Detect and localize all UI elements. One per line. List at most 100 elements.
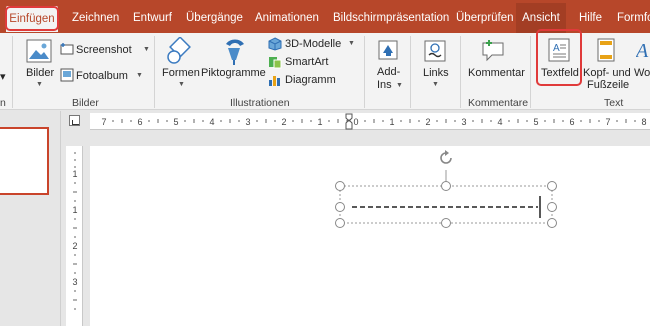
ruler-number: 2 <box>281 117 286 127</box>
ruler-number: 5 <box>173 117 178 127</box>
separator <box>460 36 461 108</box>
chevron-down-icon: ▼ <box>36 81 43 88</box>
ruler-number: 6 <box>137 117 142 127</box>
formen-label: Formen <box>162 67 200 79</box>
screenshot-icon <box>60 43 74 55</box>
ribbon-tab-bar: Einfügen Zeichnen Entwurf Übergänge Anim… <box>0 0 650 33</box>
resize-handle[interactable] <box>441 181 451 191</box>
tab-label: Ansicht <box>522 12 560 24</box>
ruler-ticks: 7 6 5 4 3 2 1 0 1 2 3 4 5 6 7 8 <box>101 113 647 130</box>
resize-handle[interactable] <box>335 181 345 191</box>
tab-label: Entwurf <box>133 12 172 24</box>
group-label-bilder: Bilder <box>72 97 99 109</box>
ruler-ticks: 1 1 2 3 <box>72 152 78 310</box>
fotoalbum-label: Fotoalbum <box>76 70 128 82</box>
chevron-down-icon: ▼ <box>348 40 355 47</box>
separator <box>410 36 411 108</box>
ruler-number: 7 <box>605 117 610 127</box>
chevron-down-icon: ▼ <box>136 72 143 79</box>
ruler-number: 0 <box>353 117 358 127</box>
picture-icon <box>26 39 52 63</box>
icons-icon <box>226 39 244 65</box>
chevron-down-icon: ▼ <box>143 46 150 53</box>
add-ins-icon <box>378 40 398 60</box>
resize-handle[interactable] <box>547 202 557 212</box>
tab-label: Einfügen <box>9 13 55 25</box>
chevron-down-icon: ▼ <box>396 82 403 89</box>
add-ins-label-line1: Add- <box>377 66 401 78</box>
ruler-number: 8 <box>641 117 646 127</box>
horizontal-ruler: 7 6 5 4 3 2 1 0 1 2 3 4 5 6 7 8 <box>90 113 650 130</box>
3d-modelle-label: 3D-Modelle <box>285 38 342 50</box>
comment-icon <box>482 40 504 62</box>
indent-marker[interactable] <box>345 113 353 130</box>
ruler-number: 3 <box>72 277 77 287</box>
ruler-number: 5 <box>533 117 538 127</box>
resize-handle[interactable] <box>441 218 451 228</box>
photo-album-icon <box>60 68 74 82</box>
chevron-down-icon: ▼ <box>432 81 439 88</box>
tab-label: Bildschirmpräsentation <box>333 12 450 24</box>
wordart-label: Wo <box>634 67 650 79</box>
ruler-number: 6 <box>569 117 574 127</box>
tab-einfuegen[interactable]: Einfügen <box>6 6 58 32</box>
tab-entwurf[interactable]: Entwurf <box>133 5 172 31</box>
ribbon-edge-caret: ▾ <box>0 71 6 83</box>
slide-canvas[interactable] <box>90 146 650 326</box>
resize-handle[interactable] <box>547 181 557 191</box>
vertical-ruler: 1 1 2 3 <box>66 146 83 326</box>
rotate-handle-icon[interactable] <box>437 149 455 169</box>
tab-label: Animationen <box>255 12 319 24</box>
tab-ansicht[interactable]: Ansicht <box>516 3 566 33</box>
kopf-label-line1: Kopf- und <box>583 67 631 79</box>
tab-label: Formfo <box>617 12 650 24</box>
tab-label: Übergänge <box>186 12 243 24</box>
textbox-selection <box>339 170 553 224</box>
separator <box>12 36 13 108</box>
tab-bildschirmpraesentation[interactable]: Bildschirmpräsentation <box>333 5 449 31</box>
slide-thumbnail[interactable] <box>0 127 49 195</box>
smartart-icon <box>269 57 282 69</box>
tab-formformat[interactable]: Formfo <box>617 5 650 31</box>
resize-handle[interactable] <box>547 218 557 228</box>
diagramm-label: Diagramm <box>285 74 336 86</box>
wordart-icon: A <box>636 40 649 61</box>
group-label-fragment: n <box>0 97 6 109</box>
tab-label: Zeichnen <box>72 12 120 24</box>
textfeld-label: Textfeld <box>541 67 579 79</box>
resize-handle[interactable] <box>335 218 345 228</box>
ruler-number: 2 <box>72 241 77 251</box>
text-box-icon: A <box>548 38 570 62</box>
link-icon <box>424 40 446 62</box>
group-label-kommentare: Kommentare <box>468 97 529 109</box>
ruler-number: 1 <box>72 205 77 215</box>
links-label: Links <box>423 67 449 79</box>
resize-handle[interactable] <box>335 202 345 212</box>
screenshot-label: Screenshot <box>76 44 132 56</box>
ruler-number: 1 <box>317 117 322 127</box>
tab-animationen[interactable]: Animationen <box>255 5 319 31</box>
tab-label: Hilfe <box>579 12 603 24</box>
group-label-illustrationen: Illustrationen <box>230 97 290 109</box>
separator <box>154 36 155 108</box>
add-ins-label-line2: Ins <box>377 79 392 91</box>
ruler-number: 1 <box>72 169 77 179</box>
tab-zeichnen[interactable]: Zeichnen <box>72 5 119 31</box>
ruler-number: 4 <box>497 117 502 127</box>
piktogramme-label: Piktogramme <box>201 67 266 79</box>
ruler-number: 4 <box>209 117 214 127</box>
svg-text:A: A <box>636 40 649 61</box>
tab-uebergaenge[interactable]: Übergänge <box>186 5 243 31</box>
ruler-number: 2 <box>425 117 430 127</box>
tab-hilfe[interactable]: Hilfe <box>579 5 602 31</box>
kopf-label-line2: Fußzeile <box>587 79 630 91</box>
slide-thumbnail-pane <box>0 111 61 326</box>
ruler-number: 3 <box>461 117 466 127</box>
tab-ueberpruefen[interactable]: Überprüfen <box>456 5 514 31</box>
ruler-number: 1 <box>389 117 394 127</box>
ribbon: ▾ n Bilder ▼ Screenshot ▼ Fotoalbum ▼ Bi… <box>0 29 650 110</box>
ruler-number: 3 <box>245 117 250 127</box>
header-footer-icon <box>597 38 615 62</box>
tab-selector-icon[interactable] <box>69 115 80 126</box>
smartart-label: SmartArt <box>285 56 329 68</box>
